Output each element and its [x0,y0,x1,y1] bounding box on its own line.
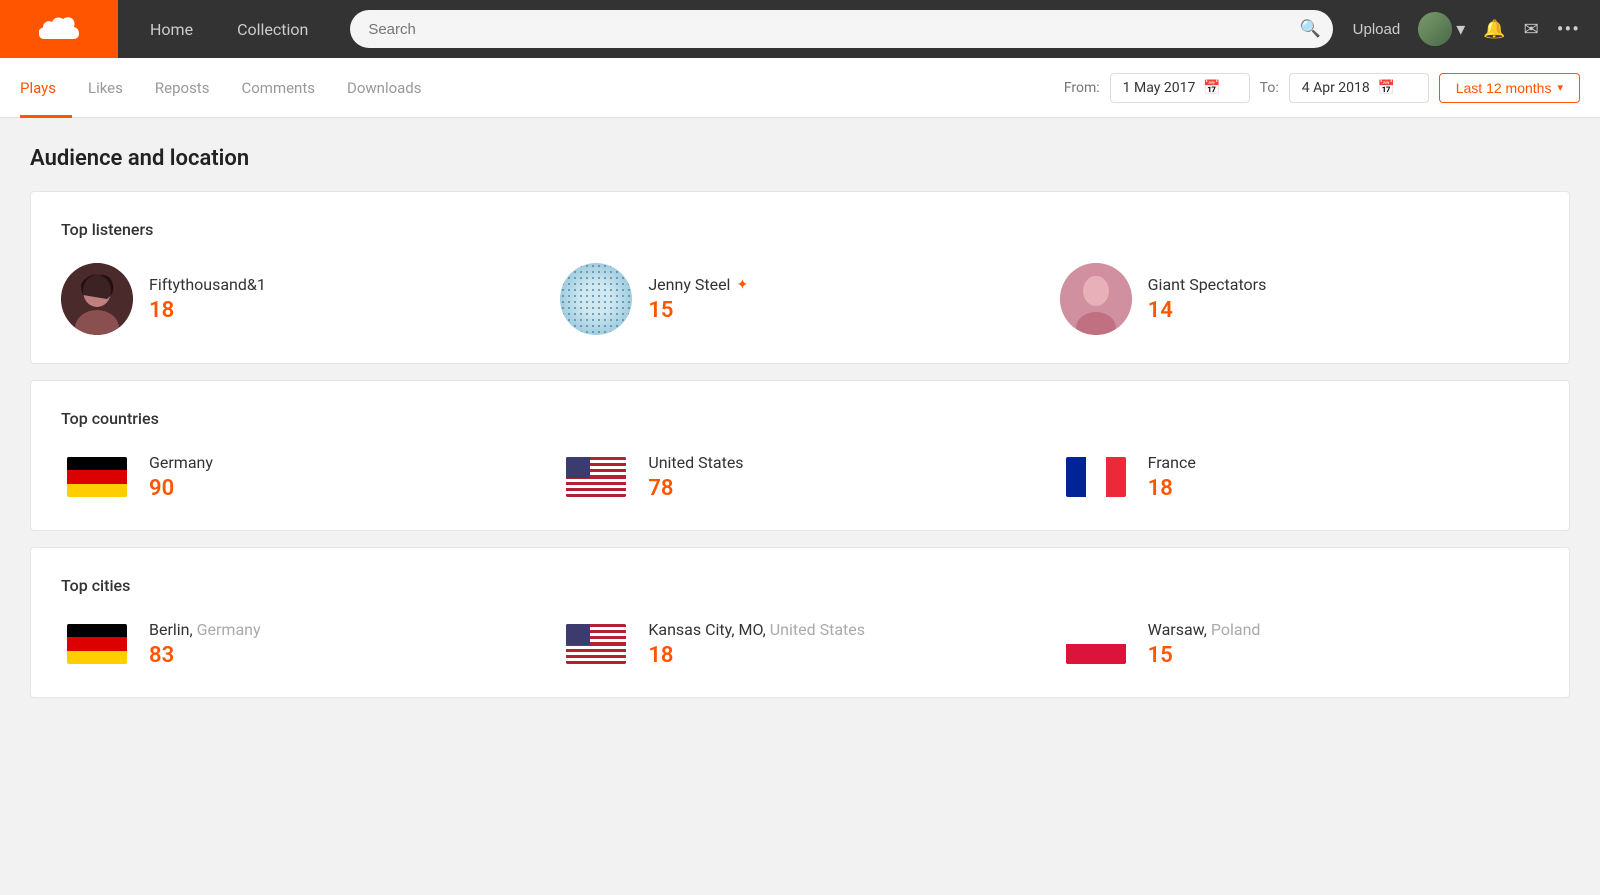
top-cities-title: Top cities [61,576,1539,595]
tab-plays[interactable]: Plays [20,58,72,118]
tab-likes[interactable]: Likes [72,58,139,118]
listener-name: Fiftythousand&1 [149,275,266,294]
from-date-picker[interactable]: 1 May 2017 📅 [1110,73,1250,103]
verified-badge-icon: ✦ [736,277,748,293]
listener-count: 15 [648,298,748,323]
listener-avatar-1 [61,263,133,335]
nav-collection[interactable]: Collection [215,0,330,58]
avatar [1418,12,1452,46]
country-name: France [1148,453,1196,472]
list-item: Giant Spectators 14 [1060,263,1539,335]
messages-mail-icon[interactable]: ✉ [1524,19,1539,40]
top-listeners-title: Top listeners [61,220,1539,239]
country-name: Germany [149,453,213,472]
country-info: France 18 [1148,453,1196,501]
nav-home[interactable]: Home [128,0,215,58]
city-country-label: United States [770,620,865,639]
sub-tabs-bar: Plays Likes Reposts Comments Downloads F… [0,58,1600,118]
last-12-months-label: Last 12 months [1456,80,1552,96]
city-info: Kansas City, MO, United States 18 [648,620,865,668]
city-info: Warsaw, Poland 15 [1148,620,1261,668]
listener-info: Giant Spectators 14 [1148,275,1267,323]
listeners-grid: Fiftythousand&1 18 Jenny Steel ✦ 15 [61,263,1539,335]
soundcloud-logo-icon [39,13,79,46]
date-range-controls: From: 1 May 2017 📅 To: 4 Apr 2018 📅 Last… [1064,73,1580,103]
upload-button[interactable]: Upload [1353,21,1401,38]
city-name: Warsaw, Poland [1148,620,1261,639]
country-info: Germany 90 [149,453,213,501]
user-avatar-area[interactable]: ▾ [1418,12,1465,46]
notifications-bell-icon[interactable]: 🔔 [1483,19,1505,40]
nav-right: Upload ▾ 🔔 ✉ ••• [1353,12,1600,46]
top-cities-card: Top cities Berlin, Germany 83 [30,547,1570,698]
tab-downloads[interactable]: Downloads [331,58,438,118]
listener-avatar-2 [560,263,632,335]
from-calendar-icon: 📅 [1203,80,1220,96]
flag-germany [61,452,133,502]
to-date-value: 4 Apr 2018 [1302,80,1370,96]
list-item: Warsaw, Poland 15 [1060,619,1539,669]
list-item: Germany 90 [61,452,540,502]
to-label: To: [1260,80,1279,96]
to-date-picker[interactable]: 4 Apr 2018 📅 [1289,73,1429,103]
countries-grid: Germany 90 [61,452,1539,502]
from-label: From: [1064,80,1100,96]
city-name: Berlin, Germany [149,620,261,639]
listener-count: 14 [1148,298,1267,323]
cities-grid: Berlin, Germany 83 [61,619,1539,669]
list-item: Kansas City, MO, United States 18 [560,619,1039,669]
main-content: Audience and location Top listeners [0,118,1600,742]
tab-list: Plays Likes Reposts Comments Downloads [20,58,1064,118]
list-item: Jenny Steel ✦ 15 [560,263,1039,335]
search-input[interactable] [350,10,1332,48]
last-12-chevron-icon: ▾ [1557,81,1563,94]
top-listeners-card: Top listeners Fiftyt [30,191,1570,364]
top-navigation: Home Collection 🔍 Upload ▾ 🔔 ✉ ••• [0,0,1600,58]
search-bar: 🔍 [350,10,1332,48]
city-count: 83 [149,643,261,668]
listener-info: Jenny Steel ✦ 15 [648,275,748,323]
search-button[interactable]: 🔍 [1299,19,1320,39]
avatar-chevron-icon: ▾ [1456,19,1465,40]
nav-links: Home Collection [128,0,330,58]
from-date-value: 1 May 2017 [1123,80,1196,96]
flag-france [1060,452,1132,502]
city-country-label: Germany [197,620,261,639]
page-title: Audience and location [30,146,1570,171]
city-country-label: Poland [1211,620,1261,639]
flag-poland-city [1060,619,1132,669]
listener-name: Jenny Steel ✦ [648,275,748,294]
list-item: Fiftythousand&1 18 [61,263,540,335]
city-count: 15 [1148,643,1261,668]
listener-name: Giant Spectators [1148,275,1267,294]
last-12-months-button[interactable]: Last 12 months ▾ [1439,73,1580,103]
listener-count: 18 [149,298,266,323]
city-count: 18 [648,643,865,668]
city-info: Berlin, Germany 83 [149,620,261,668]
avatar [560,263,632,335]
country-count: 90 [149,476,213,501]
tab-reposts[interactable]: Reposts [139,58,226,118]
country-count: 78 [648,476,743,501]
listener-info: Fiftythousand&1 18 [149,275,266,323]
flag-germany-city [61,619,133,669]
list-item: United States 78 [560,452,1039,502]
list-item: France 18 [1060,452,1539,502]
top-countries-title: Top countries [61,409,1539,428]
avatar [61,263,133,335]
flag-usa [560,452,632,502]
flag-usa-city [560,619,632,669]
country-info: United States 78 [648,453,743,501]
tab-comments[interactable]: Comments [225,58,331,118]
city-name: Kansas City, MO, United States [648,620,865,639]
top-countries-card: Top countries Germany 90 [30,380,1570,531]
logo[interactable] [0,0,118,58]
to-calendar-icon: 📅 [1378,80,1395,96]
country-name: United States [648,453,743,472]
more-options-icon[interactable]: ••• [1557,17,1580,41]
country-count: 18 [1148,476,1196,501]
avatar [1060,263,1132,335]
list-item: Berlin, Germany 83 [61,619,540,669]
listener-avatar-3 [1060,263,1132,335]
